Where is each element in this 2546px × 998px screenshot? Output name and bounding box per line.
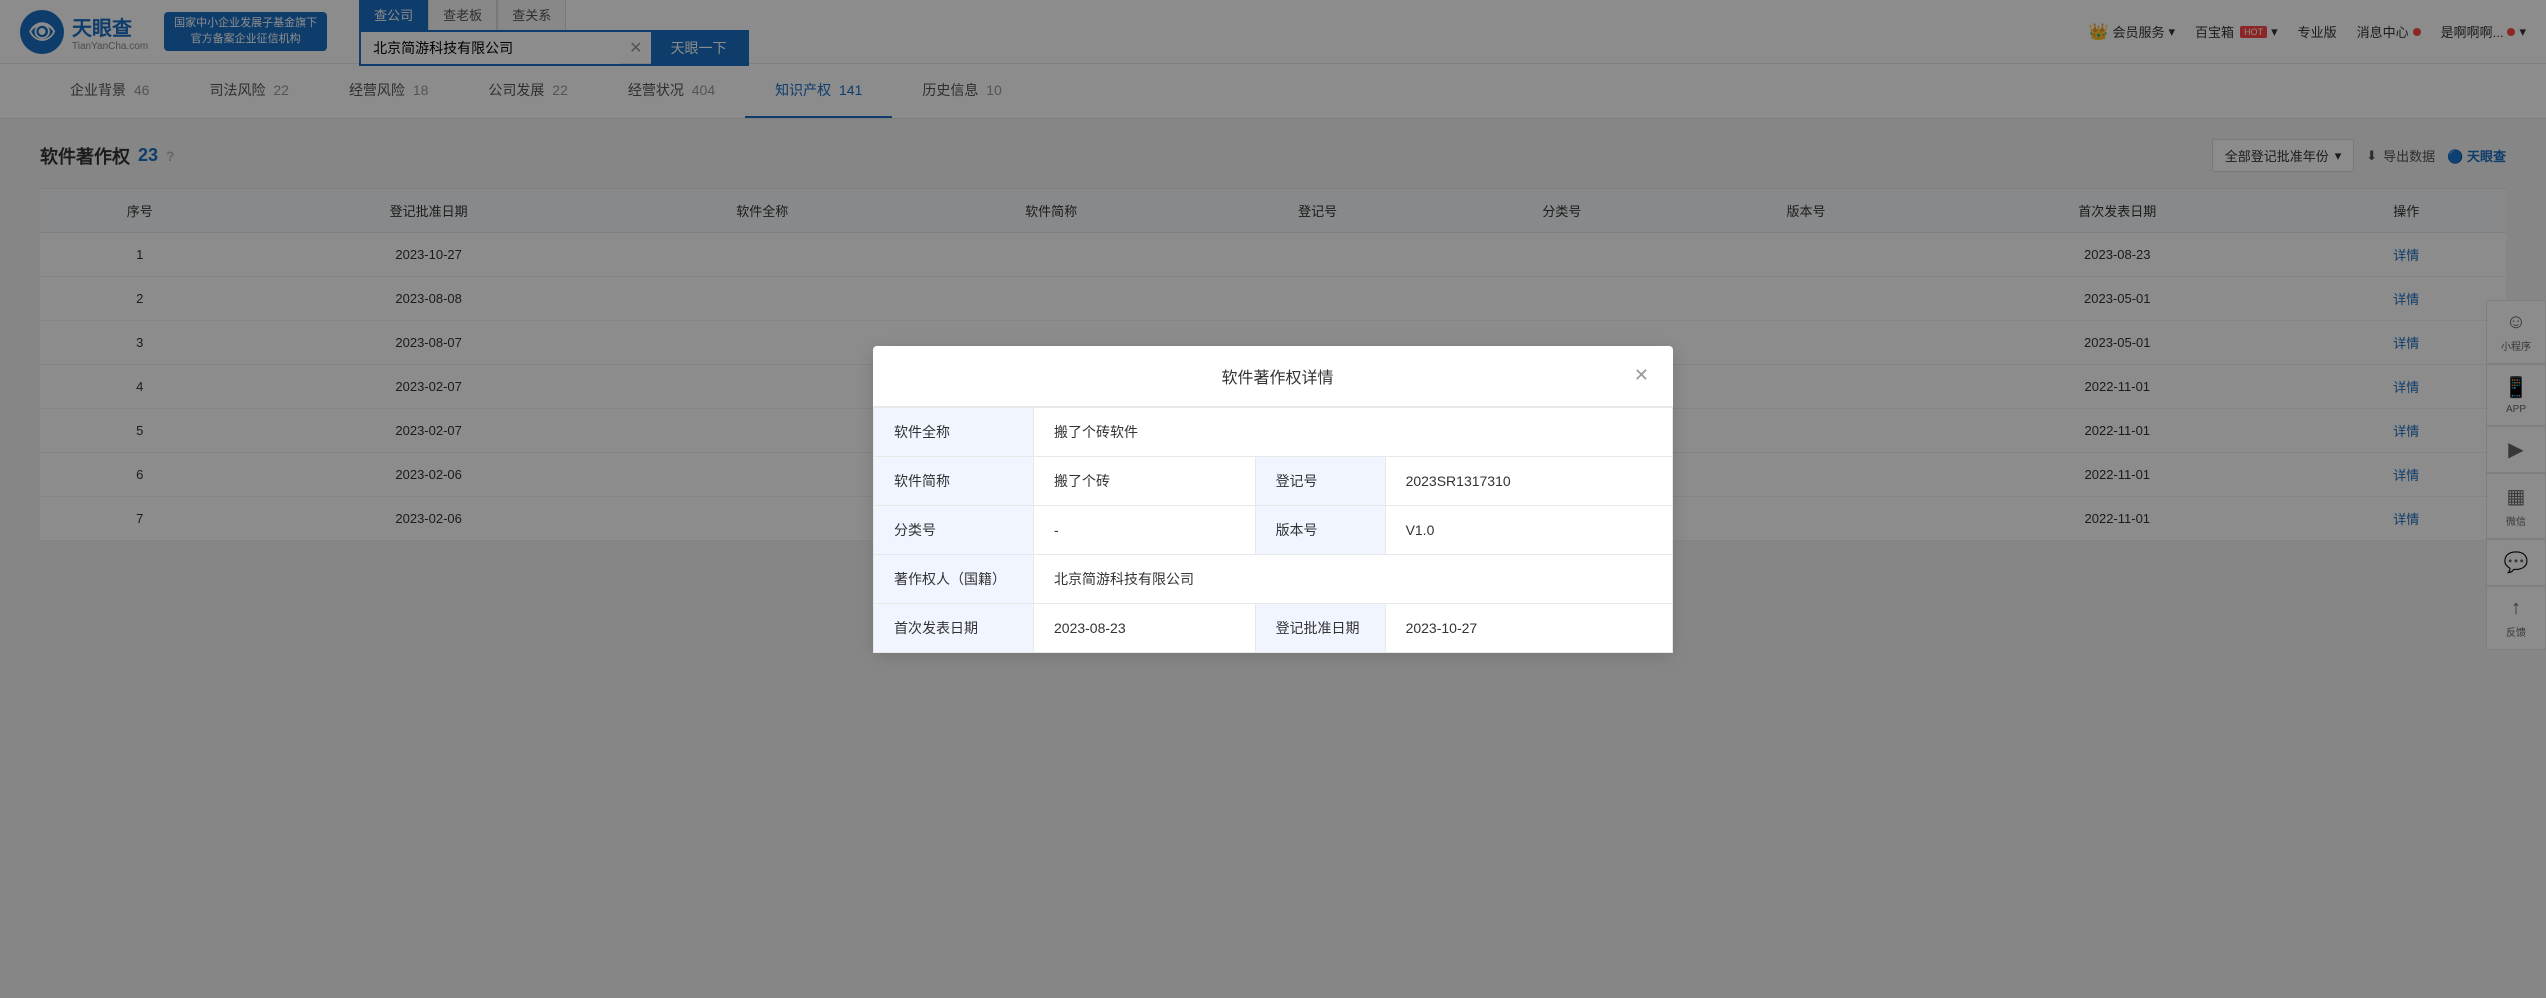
detail-row-dates: 首次发表日期 2023-08-23 登记批准日期 2023-10-27 <box>874 603 1673 652</box>
value-version: V1.0 <box>1385 505 1672 554</box>
value-regno: 2023SR1317310 <box>1385 456 1672 505</box>
value-category: - <box>1034 505 1256 554</box>
modal-header: 软件著作权详情 ✕ <box>873 346 1673 407</box>
detail-row-shortname: 软件简称 搬了个砖 登记号 2023SR1317310 <box>874 456 1673 505</box>
label-publish-date: 首次发表日期 <box>874 603 1034 652</box>
modal-overlay[interactable]: 软件著作权详情 ✕ 软件全称 搬了个砖软件 软件简称 搬了个砖 登记号 2023… <box>0 0 2546 998</box>
value-approve-date: 2023-10-27 <box>1385 603 1672 652</box>
value-shortname: 搬了个砖 <box>1034 456 1256 505</box>
detail-row-author: 著作权人（国籍） 北京简游科技有限公司 <box>874 554 1673 603</box>
detail-info-table: 软件全称 搬了个砖软件 软件简称 搬了个砖 登记号 2023SR1317310 … <box>873 407 1673 653</box>
detail-modal: 软件著作权详情 ✕ 软件全称 搬了个砖软件 软件简称 搬了个砖 登记号 2023… <box>873 346 1673 653</box>
label-regno: 登记号 <box>1255 456 1385 505</box>
modal-close-button[interactable]: ✕ <box>1634 365 1649 386</box>
value-fullname: 搬了个砖软件 <box>1034 407 1673 456</box>
label-version: 版本号 <box>1255 505 1385 554</box>
label-fullname: 软件全称 <box>874 407 1034 456</box>
modal-body: 软件全称 搬了个砖软件 软件简称 搬了个砖 登记号 2023SR1317310 … <box>873 407 1673 653</box>
detail-row-category: 分类号 - 版本号 V1.0 <box>874 505 1673 554</box>
value-publish-date: 2023-08-23 <box>1034 603 1256 652</box>
value-author: 北京简游科技有限公司 <box>1034 554 1673 603</box>
modal-title: 软件著作权详情 <box>921 364 1634 388</box>
label-approve-date: 登记批准日期 <box>1255 603 1385 652</box>
label-shortname: 软件简称 <box>874 456 1034 505</box>
label-author: 著作权人（国籍） <box>874 554 1034 603</box>
detail-row-fullname: 软件全称 搬了个砖软件 <box>874 407 1673 456</box>
label-category: 分类号 <box>874 505 1034 554</box>
